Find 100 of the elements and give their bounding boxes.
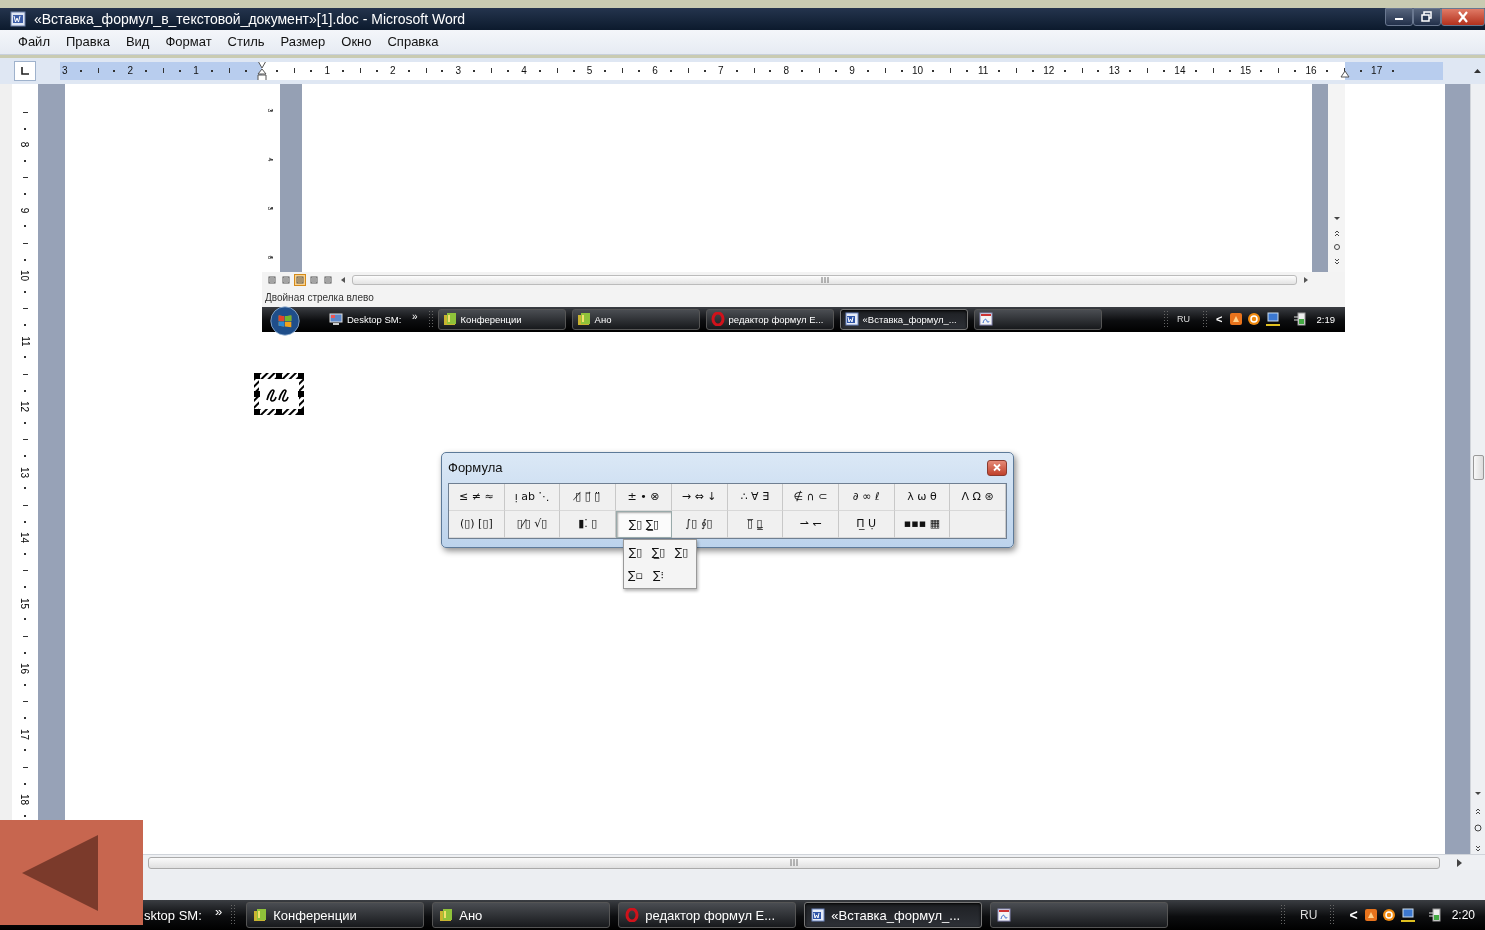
ruler-number: 12 — [1042, 65, 1056, 77]
folder-icon — [442, 312, 457, 327]
power-plug-icon[interactable] — [1427, 907, 1442, 923]
taskbar-button[interactable]: редактор формул E... — [705, 308, 834, 330]
scroll-thumb[interactable] — [1472, 454, 1484, 480]
ruler-number: 16 — [1304, 65, 1318, 77]
taskbar-button[interactable] — [973, 308, 1102, 330]
view-button[interactable] — [266, 273, 278, 286]
template-option[interactable]: ∑▫ — [624, 563, 647, 587]
ruler-number: 12 — [19, 401, 31, 413]
ring-icon[interactable] — [1381, 908, 1396, 922]
folder-icon — [576, 312, 591, 327]
restore-icon — [1420, 11, 1434, 23]
taskbar-button[interactable]: редактор формул E... — [618, 902, 797, 928]
more-chevron[interactable]: » — [215, 903, 223, 919]
folder-icon — [253, 908, 268, 922]
ruler-number: 17 — [1370, 65, 1384, 77]
palette-button[interactable]: (▯) [▯] — [449, 510, 505, 538]
language-indicator[interactable]: RU — [1177, 314, 1191, 325]
taskbar-button[interactable]: Ано — [571, 308, 700, 330]
close-button[interactable] — [987, 459, 1007, 476]
palette-button[interactable]: → ⇔ ↓ — [671, 483, 728, 511]
show-hidden-icons-button[interactable]: < — [1216, 313, 1223, 326]
power-plug-icon[interactable] — [1292, 311, 1307, 328]
ring-icon[interactable] — [1246, 312, 1261, 327]
ruler-number: 5 — [585, 65, 594, 77]
ruler-number: 8 — [782, 65, 791, 77]
palette-button[interactable]: ⇀ ↽ — [783, 510, 839, 538]
scroll-right-icon[interactable] — [1454, 857, 1464, 868]
ruler-number: 17 — [19, 728, 31, 740]
ruler-number: 13 — [19, 466, 31, 478]
start-button[interactable] — [270, 305, 300, 336]
palette-button[interactable]: ± • ⊗ — [616, 483, 672, 511]
menu-item[interactable]: Формат — [157, 34, 220, 50]
menu-item[interactable]: Стиль — [219, 34, 273, 50]
palette-button[interactable]: ∂ ∞ ℓ — [838, 483, 895, 511]
palette-button[interactable]: Λ Ω ⊛ — [950, 483, 1006, 511]
view-button[interactable] — [280, 273, 292, 286]
taskbar-button[interactable]: Конференции — [437, 308, 566, 330]
network-icon[interactable] — [1399, 908, 1416, 922]
equation-object-drawing[interactable] — [253, 371, 305, 416]
shield-icon[interactable] — [1363, 908, 1378, 922]
ruler-number: 11 — [976, 65, 990, 77]
horizontal-scrollbar[interactable] — [352, 274, 1297, 285]
ring-icon — [710, 312, 725, 327]
palette-button[interactable]: ▯̸ ▯⃗ ▯̈ — [560, 483, 617, 511]
horizontal-scrollbar[interactable] — [148, 856, 1440, 869]
palette-button[interactable]: ▮⁚ ▯ — [560, 510, 617, 538]
palette-button[interactable]: ı̣ ab ⋱ — [504, 483, 561, 511]
indent-marker-icon[interactable] — [257, 61, 267, 80]
palette-button[interactable]: ≤ ≠ ≈ — [449, 483, 505, 511]
palette-button[interactable]: λ ω θ — [894, 483, 951, 511]
taskbar-button[interactable]: «Вставка_формул_... — [804, 902, 983, 928]
menu-item[interactable]: Размер — [272, 34, 334, 50]
ruler-number: 16 — [19, 663, 31, 675]
close-icon — [1456, 11, 1470, 23]
taskbar-button[interactable]: «Вставка_формул_... — [839, 308, 968, 330]
folder-icon — [439, 908, 454, 922]
tab-stop-button[interactable] — [14, 60, 36, 81]
taskbar-button[interactable]: Ано — [432, 902, 611, 928]
formula-editor-icon — [978, 312, 993, 327]
template-option[interactable]: ∑̲▯ — [647, 540, 670, 564]
menu-item[interactable]: Справка — [379, 34, 447, 50]
shield-icon[interactable] — [1228, 312, 1243, 327]
ruler-number: 15 — [19, 597, 31, 609]
more-chevron[interactable]: » — [412, 310, 418, 322]
palette-button[interactable]: ∉ ∩ ⊂ — [783, 483, 839, 511]
view-button[interactable] — [294, 273, 306, 286]
left-triangle-icon — [20, 832, 100, 913]
indent-marker-icon[interactable] — [1340, 69, 1350, 78]
taskbar-button[interactable] — [990, 902, 1169, 928]
menu-item[interactable]: Правка — [57, 34, 118, 50]
clock[interactable]: 2:19 — [1316, 313, 1335, 325]
clock[interactable]: 2:20 — [1451, 908, 1475, 922]
page-view-icon — [296, 275, 304, 284]
close-icon — [992, 463, 1002, 473]
taskbar-button[interactable]: sktop SM: — [143, 902, 213, 928]
ruler-number: 10 — [19, 270, 31, 282]
ruler-number: 15 — [1238, 65, 1253, 77]
palette-button[interactable]: ∑▯ ∑̲▯ — [616, 510, 672, 538]
scroll-right-icon[interactable] — [1302, 275, 1310, 284]
document-icon — [811, 908, 826, 922]
taskbar-button[interactable]: Конференции — [246, 902, 425, 928]
language-indicator[interactable]: RU — [1300, 908, 1318, 922]
view-button[interactable] — [308, 273, 320, 286]
ruler-number: 2 — [126, 65, 135, 77]
menu-item[interactable]: Окно — [333, 34, 380, 50]
page-view-icon — [310, 275, 318, 284]
taskbar-button[interactable]: Desktop SM: — [324, 308, 410, 330]
palette-button[interactable]: ∴ ∀ ∃ — [727, 483, 784, 511]
view-button[interactable] — [322, 273, 334, 286]
menu-item[interactable]: Файл — [10, 34, 58, 50]
ruler-number: 4 — [520, 65, 528, 77]
scroll-left-icon[interactable] — [339, 275, 347, 284]
show-hidden-icons-button[interactable]: < — [1349, 907, 1358, 923]
network-icon[interactable] — [1264, 312, 1281, 327]
template-option[interactable]: ∑̇▯ — [670, 540, 693, 564]
template-option[interactable]: ∑▯ — [624, 540, 647, 564]
menu-item[interactable]: Вид — [117, 34, 158, 50]
template-option[interactable]: ∑⁝ — [647, 563, 670, 587]
